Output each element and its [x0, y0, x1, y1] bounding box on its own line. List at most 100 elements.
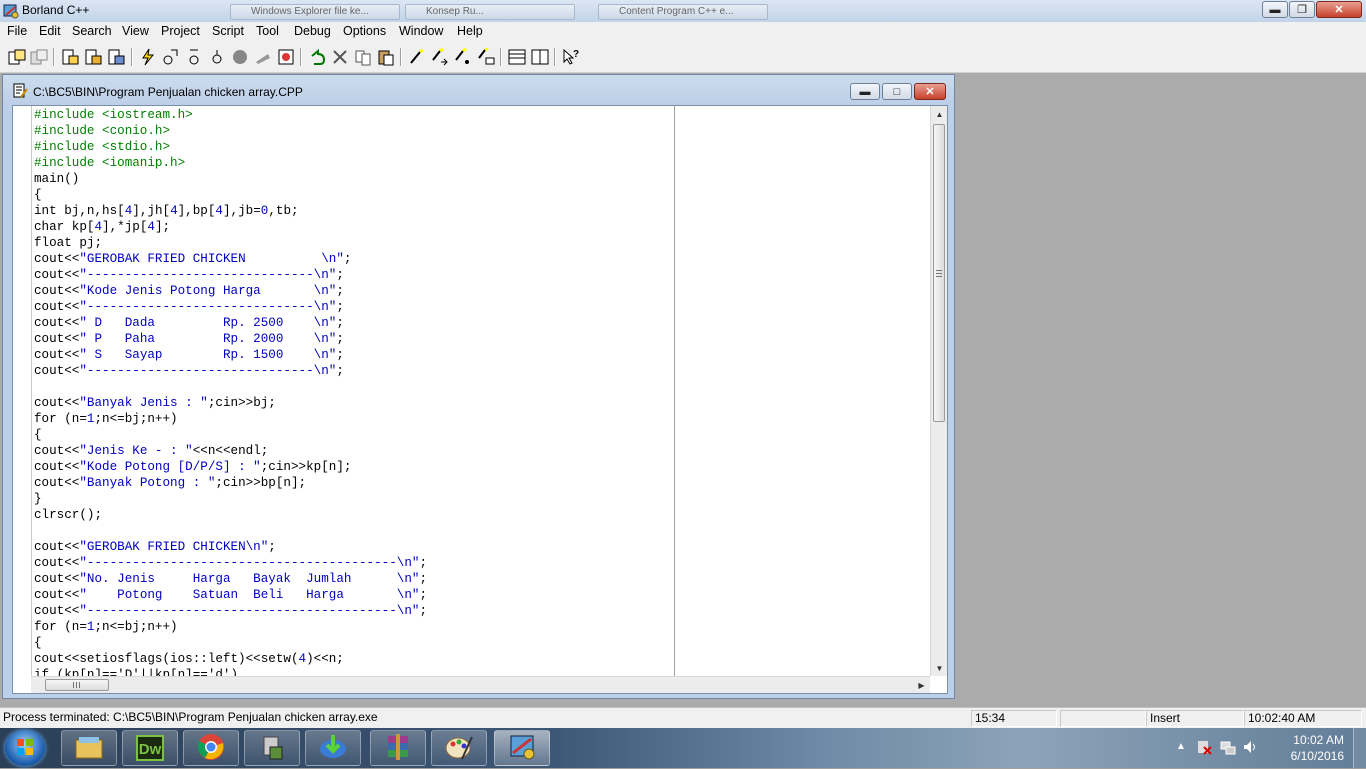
editor-minimize-button[interactable]: ▬	[850, 83, 880, 100]
menu-project[interactable]: Project	[161, 24, 200, 38]
code-line[interactable]: cout<<"GEROBAK FRIED CHICKEN \n";	[34, 251, 427, 267]
open-project-icon[interactable]	[7, 47, 27, 67]
tray-expand-icon[interactable]: ▲	[1176, 741, 1186, 752]
horizontal-scrollbar[interactable]: ▶	[31, 676, 930, 693]
menu-script[interactable]: Script	[212, 24, 244, 38]
paste-icon[interactable]	[376, 47, 396, 67]
code-line[interactable]: for (n=1;n<=bj;n++)	[34, 411, 427, 427]
horizontal-scroll-thumb[interactable]	[45, 679, 109, 691]
close-button[interactable]: ✕	[1316, 1, 1362, 18]
action-center-icon[interactable]	[1196, 739, 1212, 758]
code-line[interactable]: cout<<"Banyak Potong : ";cin>>bp[n];	[34, 475, 427, 491]
background-window-tab[interactable]: Konsep Ru...	[405, 4, 575, 20]
window-tile-icon[interactable]	[507, 47, 527, 67]
code-line[interactable]: cout<<"------------------------------\n"…	[34, 363, 427, 379]
lightning-icon[interactable]	[138, 47, 158, 67]
code-line[interactable]: {	[34, 187, 427, 203]
vertical-scroll-thumb[interactable]	[933, 124, 945, 422]
editor-gutter[interactable]	[13, 106, 32, 676]
borland-app-icon[interactable]	[3, 3, 19, 19]
code-line[interactable]: cout<<setiosflags(ios::left)<<setw(4)<<n…	[34, 651, 427, 667]
undo-icon[interactable]	[307, 47, 327, 67]
network-icon[interactable]	[1220, 739, 1236, 758]
browse-icon[interactable]	[476, 47, 496, 67]
vertical-scrollbar[interactable]: ▲ ▼	[930, 106, 947, 676]
borland-taskbar-button[interactable]	[494, 730, 550, 766]
code-line[interactable]: cout<<" Potong Satuan Beli Harga \n";	[34, 587, 427, 603]
cut-icon[interactable]	[330, 47, 350, 67]
make-icon[interactable]	[184, 47, 204, 67]
window-cascade-icon[interactable]	[530, 47, 550, 67]
editor-close-button[interactable]: ✕	[914, 83, 946, 100]
code-line[interactable]: #include <iostream.h>	[34, 107, 427, 123]
menu-file[interactable]: File	[7, 24, 27, 38]
code-line[interactable]: #include <conio.h>	[34, 123, 427, 139]
code-line[interactable]: main()	[34, 171, 427, 187]
background-window-tab[interactable]: Content Program C++ e...	[598, 4, 768, 20]
code-line[interactable]: cout<<"---------------------------------…	[34, 603, 427, 619]
compile-icon[interactable]	[161, 47, 181, 67]
code-line[interactable]: float pj;	[34, 235, 427, 251]
start-button[interactable]	[5, 730, 45, 766]
search-icon[interactable]	[407, 47, 427, 67]
code-line[interactable]: cout<<" P Paha Rp. 2000 \n";	[34, 331, 427, 347]
code-line[interactable]: cout<<"---------------------------------…	[34, 555, 427, 571]
code-line[interactable]: cout<<" S Sayap Rp. 1500 \n";	[34, 347, 427, 363]
code-line[interactable]: {	[34, 427, 427, 443]
code-line[interactable]: cout<<" D Dada Rp. 2500 \n";	[34, 315, 427, 331]
show-desktop-button[interactable]	[1353, 728, 1366, 768]
code-line[interactable]: cout<<"------------------------------\n"…	[34, 267, 427, 283]
copy-icon[interactable]	[353, 47, 373, 67]
new-file-icon[interactable]	[60, 47, 80, 67]
code-line[interactable]	[34, 379, 427, 395]
menu-window[interactable]: Window	[399, 24, 443, 38]
menu-options[interactable]: Options	[343, 24, 386, 38]
editor-titlebar[interactable]: C:\BC5\BIN\Program Penjualan chicken arr…	[3, 75, 954, 105]
code-line[interactable]: cout<<"Kode Jenis Potong Harga \n";	[34, 283, 427, 299]
code-line[interactable]: cout<<"------------------------------\n"…	[34, 299, 427, 315]
code-line[interactable]: clrscr();	[34, 507, 427, 523]
build-icon[interactable]	[207, 47, 227, 67]
winrar-taskbar-button[interactable]	[370, 730, 426, 766]
menu-tool[interactable]: Tool	[256, 24, 279, 38]
search-again-icon[interactable]	[430, 47, 450, 67]
clock-date[interactable]: 6/10/2016	[1291, 749, 1344, 763]
replace-icon[interactable]	[453, 47, 473, 67]
code-line[interactable]: for (n=1;n<=bj;n++)	[34, 619, 427, 635]
download-manager-taskbar-button[interactable]	[305, 730, 361, 766]
close-project-icon[interactable]	[29, 47, 49, 67]
menu-help[interactable]: Help	[457, 24, 483, 38]
code-line[interactable]: int bj,n,hs[4],jh[4],bp[4],jb=0,tb;	[34, 203, 427, 219]
paint-taskbar-button[interactable]	[431, 730, 487, 766]
menu-view[interactable]: View	[122, 24, 149, 38]
scroll-up-icon[interactable]: ▲	[931, 106, 947, 122]
step-icon[interactable]	[253, 47, 273, 67]
code-line[interactable]: }	[34, 491, 427, 507]
explorer-taskbar-button[interactable]	[61, 730, 117, 766]
scroll-right-icon[interactable]: ▶	[913, 677, 930, 693]
stop-icon[interactable]	[230, 47, 250, 67]
code-line[interactable]: cout<<"GEROBAK FRIED CHICKEN\n";	[34, 539, 427, 555]
menu-edit[interactable]: Edit	[39, 24, 61, 38]
volume-icon[interactable]	[1242, 739, 1258, 758]
dreamweaver-taskbar-button[interactable]: Dw	[122, 730, 178, 766]
code-line[interactable]: #include <stdio.h>	[34, 139, 427, 155]
usb-tool-taskbar-button[interactable]	[244, 730, 300, 766]
code-line[interactable]	[34, 523, 427, 539]
chrome-taskbar-button[interactable]	[183, 730, 239, 766]
menu-search[interactable]: Search	[72, 24, 112, 38]
code-line[interactable]: char kp[4],*jp[4];	[34, 219, 427, 235]
minimize-button[interactable]: ▬	[1262, 1, 1288, 18]
code-editor[interactable]: #include <iostream.h> #include <conio.h> #…	[12, 105, 948, 694]
debug-icon[interactable]	[276, 47, 296, 67]
code-line[interactable]: {	[34, 635, 427, 651]
clock-time[interactable]: 10:02 AM	[1293, 733, 1344, 747]
menu-debug[interactable]: Debug	[294, 24, 331, 38]
code-line[interactable]: cout<<"Banyak Jenis : ";cin>>bj;	[34, 395, 427, 411]
code-line[interactable]: cout<<"Jenis Ke - : "<<n<<endl;	[34, 443, 427, 459]
code-line[interactable]: #include <iomanip.h>	[34, 155, 427, 171]
source-code[interactable]: #include <iostream.h> #include <conio.h> #…	[34, 107, 427, 683]
editor-maximize-button[interactable]: □	[882, 83, 912, 100]
save-file-icon[interactable]	[106, 47, 126, 67]
background-window-tab[interactable]: Windows Explorer file ke...	[230, 4, 400, 20]
